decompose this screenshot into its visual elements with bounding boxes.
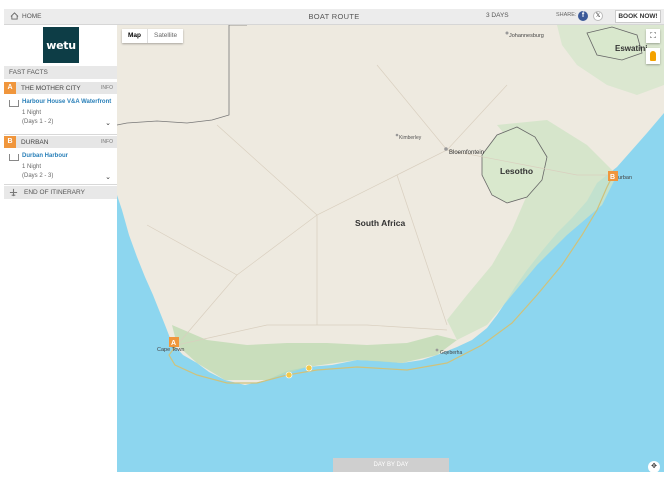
chevron-down-icon[interactable]: ⌄ (105, 173, 111, 181)
home-icon (10, 12, 19, 20)
stop-b-info-link[interactable]: INFO (101, 139, 113, 145)
day-by-day-button[interactable]: DAY BY DAY (333, 458, 449, 472)
plane-icon (9, 188, 18, 197)
stop-b-name: DURBAN (21, 138, 49, 146)
map-canvas[interactable]: South Africa Lesotho Eswatini Bloemfonte… (117, 25, 664, 472)
wetu-logo: wetu (43, 27, 79, 63)
stop-a-name: THE MOTHER CITY (21, 84, 81, 92)
route-map[interactable]: South Africa Lesotho Eswatini Bloemfonte… (117, 25, 664, 472)
marker-a[interactable]: A (169, 337, 179, 347)
top-bar: HOME BOAT ROUTE 3 DAYS SHARE: f 𝕏 BOOK N… (4, 9, 664, 25)
x-share-icon[interactable]: 𝕏 (593, 11, 603, 21)
label-kimberley: Kimberley (399, 135, 422, 141)
marker-b[interactable]: B (608, 171, 618, 181)
map-type-control: Map Satellite (122, 29, 184, 43)
fast-facts-header[interactable]: FAST FACTS (4, 66, 117, 79)
marker-b-label: B (610, 174, 615, 181)
label-south-africa: South Africa (355, 218, 405, 228)
stop-a-info-link[interactable]: INFO (101, 85, 113, 91)
stop-a-badge: A (4, 82, 16, 94)
stop-a-days: (Days 1 - 2) (22, 119, 54, 125)
stop-b-hotel-link[interactable]: Durban Harbour (22, 153, 68, 159)
fullscreen-icon[interactable]: ⛶ (646, 29, 660, 43)
port-marker[interactable] (305, 364, 313, 372)
home-link[interactable]: HOME (10, 12, 42, 20)
stop-a-header[interactable]: A THE MOTHER CITY INFO (4, 82, 117, 94)
stop-a-hotel-link[interactable]: Harbour House V&A Waterfront (22, 99, 111, 105)
label-bloemfontein: Bloemfontein (449, 150, 484, 156)
trip-days: 3 DAYS (486, 12, 509, 19)
marker-a-label: A (171, 340, 176, 347)
label-lesotho: Lesotho (500, 166, 533, 176)
map-compass-icon[interactable]: ✥ (648, 461, 660, 472)
label-port-elizabeth: Gqeberha (440, 350, 462, 356)
share-label: SHARE: (556, 12, 577, 18)
stop-b-days: (Days 2 - 3) (22, 173, 54, 179)
map-type-map-button[interactable]: Map (122, 29, 147, 43)
book-now-button[interactable]: BOOK NOW! (615, 10, 661, 23)
label-johannesburg: Johannesburg (509, 33, 544, 39)
bed-icon (9, 154, 19, 161)
facebook-share-icon[interactable]: f (578, 11, 588, 21)
map-type-satellite-button[interactable]: Satellite (147, 29, 183, 43)
stop-a-nights: 1 Night (22, 110, 42, 116)
chevron-down-icon[interactable]: ⌄ (105, 119, 111, 127)
divider (4, 184, 117, 185)
itinerary-sidebar: wetu FAST FACTS A THE MOTHER CITY INFO H… (4, 25, 117, 472)
home-label: HOME (22, 12, 42, 20)
stop-b-nights: 1 Night (22, 164, 42, 170)
logo-text: wetu (46, 38, 76, 52)
stop-b-badge: B (4, 136, 16, 148)
label-eswatini: Eswatini (615, 44, 647, 53)
end-label: END OF ITINERARY (24, 189, 85, 196)
street-view-pegman-icon[interactable] (646, 48, 660, 64)
bed-icon (9, 100, 19, 107)
end-of-itinerary[interactable]: END OF ITINERARY (4, 186, 117, 199)
label-cape-town: Cape Town (157, 347, 184, 353)
divider (4, 134, 117, 135)
stop-b-header[interactable]: B DURBAN INFO (4, 136, 117, 148)
port-marker[interactable] (285, 371, 293, 379)
